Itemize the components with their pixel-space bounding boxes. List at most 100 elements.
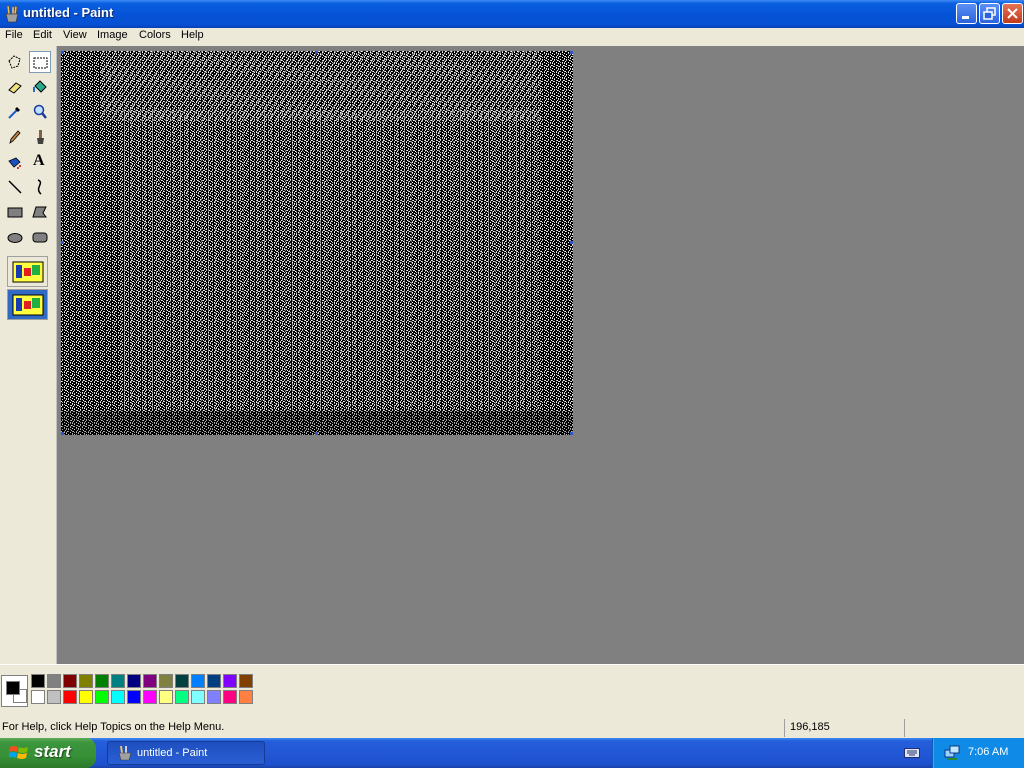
- system-tray: 7:06 AM: [932, 738, 1024, 768]
- eraser-icon: [8, 82, 22, 94]
- menu-view[interactable]: View: [60, 29, 90, 41]
- title-bar[interactable]: untitled - Paint: [0, 0, 1024, 28]
- color-swatch[interactable]: [239, 674, 253, 688]
- option-opaque-selection[interactable]: [7, 256, 48, 287]
- color-swatch[interactable]: [159, 690, 173, 704]
- tool-pick-color[interactable]: [4, 101, 26, 123]
- tool-fill-with-color[interactable]: [29, 76, 51, 98]
- window-title: untitled - Paint: [23, 5, 114, 20]
- resize-handle[interactable]: [570, 432, 573, 435]
- restore-icon: [983, 7, 996, 20]
- color-swatch[interactable]: [79, 690, 93, 704]
- color-swatch[interactable]: [47, 690, 61, 704]
- rounded-rectangle-icon: [32, 232, 48, 243]
- color-swatch[interactable]: [143, 690, 157, 704]
- resize-handle[interactable]: [61, 432, 64, 435]
- tool-magnifier[interactable]: [29, 101, 51, 123]
- pencil-icon: [9, 130, 21, 144]
- menu-help[interactable]: Help: [178, 29, 207, 41]
- color-swatch[interactable]: [223, 674, 237, 688]
- menu-colors[interactable]: Colors: [136, 29, 174, 41]
- canvas-workspace: [57, 46, 1024, 664]
- resize-handle[interactable]: [315, 51, 318, 54]
- taskbar-item-label: untitled - Paint: [137, 747, 208, 759]
- resize-handle[interactable]: [570, 51, 573, 54]
- text-icon: A: [33, 152, 45, 169]
- color-swatch[interactable]: [31, 690, 45, 704]
- network-icon[interactable]: [943, 744, 961, 762]
- tool-text[interactable]: A: [29, 151, 51, 173]
- taskbar-paint-button[interactable]: untitled - Paint: [107, 741, 265, 765]
- minimize-icon: [962, 16, 969, 19]
- foreground-color-swatch[interactable]: [6, 681, 20, 695]
- rect-select-icon: [33, 57, 48, 69]
- paint-app-icon[interactable]: [4, 5, 20, 23]
- taskbar: start untitled - Paint 7:06 AM: [0, 738, 1024, 768]
- paint-app-icon: [118, 746, 132, 761]
- windows-logo-icon: [9, 746, 28, 759]
- color-swatch[interactable]: [191, 674, 205, 688]
- color-swatch[interactable]: [95, 674, 109, 688]
- menu-edit[interactable]: Edit: [30, 29, 55, 41]
- color-swatch[interactable]: [31, 674, 45, 688]
- color-swatch[interactable]: [127, 674, 141, 688]
- color-swatch[interactable]: [63, 690, 77, 704]
- tool-airbrush[interactable]: [4, 151, 26, 173]
- airbrush-icon: [8, 157, 21, 169]
- minimize-button[interactable]: [956, 3, 977, 24]
- color-swatch[interactable]: [175, 674, 189, 688]
- tool-curve[interactable]: [29, 176, 51, 198]
- tool-eraser[interactable]: [4, 76, 26, 98]
- ellipse-icon: [7, 233, 23, 243]
- tool-ellipse[interactable]: [4, 226, 26, 248]
- polygon-icon: [32, 206, 47, 218]
- resize-handle[interactable]: [315, 432, 318, 435]
- toolbox: A: [0, 46, 57, 664]
- color-swatch[interactable]: [111, 690, 125, 704]
- color-swatch[interactable]: [95, 690, 109, 704]
- status-divider: [904, 719, 905, 737]
- tool-rounded-rectangle[interactable]: [29, 226, 51, 248]
- close-icon: [1007, 8, 1018, 19]
- resize-handle[interactable]: [570, 241, 573, 244]
- color-swatch[interactable]: [207, 690, 221, 704]
- eyedropper-icon: [8, 107, 20, 119]
- start-label: start: [34, 742, 71, 761]
- curve-icon: [37, 179, 42, 195]
- rectangle-icon: [7, 207, 23, 218]
- tool-brush[interactable]: [29, 126, 51, 148]
- opaque-selection-icon: [12, 261, 44, 283]
- tool-free-form-select[interactable]: [4, 51, 26, 73]
- tool-pencil[interactable]: [4, 126, 26, 148]
- color-swatch[interactable]: [79, 674, 93, 688]
- tool-rectangle[interactable]: [4, 201, 26, 223]
- color-swatch[interactable]: [191, 690, 205, 704]
- color-swatch[interactable]: [127, 690, 141, 704]
- current-colors-box[interactable]: [1, 675, 28, 707]
- close-button[interactable]: [1002, 3, 1023, 24]
- tool-line[interactable]: [4, 176, 26, 198]
- tool-select[interactable]: [29, 51, 51, 73]
- resize-handle[interactable]: [61, 241, 64, 244]
- color-swatch[interactable]: [239, 690, 253, 704]
- restore-button[interactable]: [979, 3, 1000, 24]
- color-swatch[interactable]: [111, 674, 125, 688]
- menu-file[interactable]: File: [2, 29, 26, 41]
- color-swatch[interactable]: [175, 690, 189, 704]
- drawing-canvas[interactable]: [61, 51, 573, 435]
- fill-bucket-icon: [33, 80, 47, 93]
- keyboard-icon[interactable]: [904, 746, 920, 758]
- resize-handle[interactable]: [61, 51, 64, 54]
- status-help-text: For Help, click Help Topics on the Help …: [2, 721, 225, 733]
- menu-image[interactable]: Image: [94, 29, 131, 41]
- start-button[interactable]: start: [0, 738, 96, 768]
- color-swatch[interactable]: [159, 674, 173, 688]
- color-swatch[interactable]: [63, 674, 77, 688]
- color-swatch[interactable]: [143, 674, 157, 688]
- free-form-select-icon: [8, 55, 21, 69]
- color-swatch[interactable]: [47, 674, 61, 688]
- color-swatch[interactable]: [223, 690, 237, 704]
- color-swatch[interactable]: [207, 674, 221, 688]
- option-transparent-selection[interactable]: [7, 289, 48, 320]
- tool-polygon[interactable]: [29, 201, 51, 223]
